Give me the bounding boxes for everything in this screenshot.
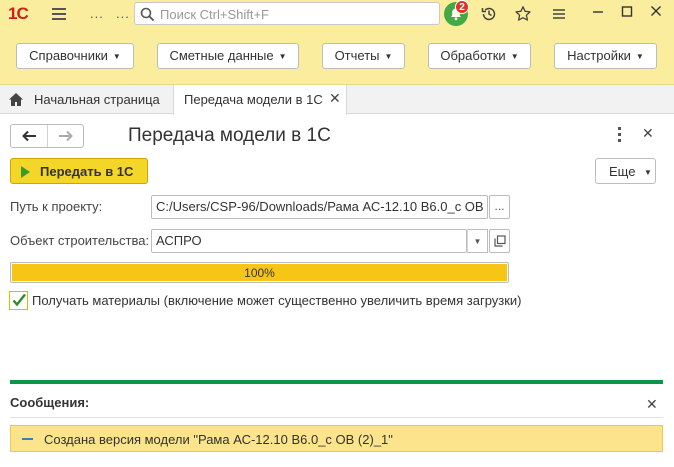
- message-marker-icon: [22, 438, 33, 440]
- page-title: Передача модели в 1С: [128, 125, 331, 146]
- tab-home-label: Начальная страница: [34, 92, 160, 107]
- construction-object-field[interactable]: АСПРО: [151, 229, 467, 253]
- minimize-icon: [593, 11, 603, 13]
- title-bar: 1С ... ... Поиск Ctrl+Shift+F 2: [0, 0, 674, 28]
- more-functions-icon[interactable]: ...: [116, 6, 130, 21]
- minimize-button[interactable]: [588, 4, 608, 24]
- arrow-right-icon: [59, 130, 73, 142]
- search-placeholder: Поиск Ctrl+Shift+F: [160, 7, 269, 22]
- project-path-label: Путь к проекту:: [10, 199, 103, 214]
- chevron-down-icon: ▼: [644, 168, 652, 177]
- more-button[interactable]: Еще ▼: [595, 158, 656, 184]
- more-actions-icon[interactable]: [614, 127, 624, 143]
- home-icon: [9, 93, 23, 106]
- arrow-left-icon: [22, 130, 36, 142]
- project-path-field[interactable]: C:/Users/CSP-96/Downloads/Рама АС-12.10 …: [151, 195, 488, 219]
- construction-object-label: Объект строительства:: [10, 233, 150, 248]
- play-icon: [21, 166, 30, 178]
- get-materials-label: Получать материалы (включение может суще…: [32, 293, 522, 308]
- menu-processing-button[interactable]: Обработки ▼: [428, 43, 531, 69]
- main-menu-icon[interactable]: [52, 8, 66, 20]
- menu-settings-button[interactable]: Настройки ▼: [554, 43, 657, 69]
- progress-text: 100%: [244, 266, 275, 280]
- open-object-button[interactable]: [489, 229, 510, 253]
- maximize-icon: [621, 6, 633, 17]
- more-commands-icon[interactable]: ...: [90, 6, 104, 21]
- search-icon: [140, 7, 155, 22]
- forward-button[interactable]: [48, 125, 84, 147]
- app-logo[interactable]: 1С: [8, 4, 29, 24]
- progress-bar: 100%: [10, 262, 509, 283]
- object-dropdown-button[interactable]: ▼: [467, 229, 488, 253]
- close-window-button[interactable]: [646, 4, 666, 24]
- open-window-icon: [493, 235, 506, 247]
- message-text: Создана версия модели "Рама АС-12.10 В6.…: [44, 432, 393, 447]
- sections-panel: Справочники ▼ Сметные данные ▼ Отчеты ▼ Обр…: [0, 28, 674, 85]
- menu-directories-button[interactable]: Справочники ▼: [16, 43, 134, 69]
- messages-title: Сообщения:: [10, 395, 90, 410]
- tab-model-transfer-label: Передача модели в 1С: [184, 92, 323, 107]
- close-icon: [651, 6, 661, 16]
- open-windows-bar: Начальная страница Передача модели в 1С …: [0, 85, 674, 115]
- favorites-star-icon[interactable]: [514, 5, 532, 23]
- send-to-1c-button[interactable]: Передать в 1С: [10, 158, 148, 184]
- messages-separator: [10, 417, 663, 418]
- menu-estimate-data-button[interactable]: Сметные данные ▼: [157, 43, 299, 69]
- navigation-buttons: [10, 124, 84, 148]
- get-materials-checkbox[interactable]: [9, 291, 28, 310]
- close-messages-icon[interactable]: ✕: [646, 396, 658, 413]
- global-search-input[interactable]: Поиск Ctrl+Shift+F: [134, 2, 440, 25]
- close-form-icon[interactable]: ✕: [642, 125, 654, 142]
- notification-count-badge: 2: [455, 0, 469, 14]
- tab-home[interactable]: Начальная страница: [0, 85, 172, 114]
- menu-reports-button[interactable]: Отчеты ▼: [322, 43, 405, 69]
- maximize-button[interactable]: [617, 4, 637, 24]
- checkmark-icon: [12, 293, 26, 307]
- message-item[interactable]: Создана версия модели "Рама АС-12.10 В6.…: [10, 425, 663, 452]
- back-button[interactable]: [11, 125, 47, 147]
- select-path-button[interactable]: ...: [489, 195, 510, 219]
- close-tab-icon[interactable]: ✕: [329, 90, 341, 107]
- messages-divider: [10, 380, 663, 384]
- history-icon[interactable]: [480, 5, 498, 23]
- chevron-down-icon: ▼: [473, 237, 482, 246]
- sections-menu-icon[interactable]: [551, 5, 567, 23]
- tab-model-transfer[interactable]: Передача модели в 1С ✕: [173, 85, 347, 115]
